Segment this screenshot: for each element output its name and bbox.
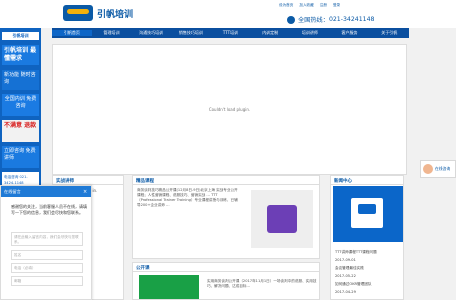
rail-card-a[interactable]: 引帆培训 最懂需求 bbox=[2, 45, 39, 65]
top-bar: 引帆培训 设为首页 加入收藏 注册 登录 全国热线： 021-34241148 bbox=[0, 0, 456, 28]
list-item[interactable]: 会议管理最佳实践 bbox=[335, 264, 401, 272]
panel-title: 精品课程 bbox=[133, 176, 319, 185]
plugin-message: Couldn't load plugin. bbox=[208, 107, 251, 112]
close-icon[interactable]: × bbox=[83, 189, 87, 195]
public-course-image[interactable] bbox=[139, 275, 199, 299]
phone-icon bbox=[287, 15, 295, 24]
nav-item-service[interactable]: 客户服务 bbox=[330, 30, 370, 36]
news-banner[interactable] bbox=[333, 186, 403, 242]
nav-item-sales[interactable]: 销售技巧培训 bbox=[171, 30, 211, 36]
logo[interactable]: 引帆培训 bbox=[63, 4, 133, 22]
login-link[interactable]: 登录 bbox=[333, 3, 340, 8]
nav-item-communication[interactable]: 沟通技巧培训 bbox=[131, 30, 171, 36]
main-nav: 引帆首页 管理培训 沟通技巧培训 销售技巧培训 TTT培训 内训定制 培训讲师 … bbox=[52, 28, 409, 38]
logo-cn: 引帆培训 bbox=[97, 9, 134, 20]
chat-header: 在线留言 bbox=[1, 186, 91, 197]
course-image[interactable] bbox=[251, 190, 313, 248]
top-links: 设为首页 加入收藏 注册 登录 bbox=[279, 3, 340, 8]
main-plugin: Couldn't load plugin. bbox=[52, 44, 407, 175]
list-item-date: 2017-05-22 bbox=[335, 274, 356, 278]
list-item-date: 2017-09-01 bbox=[335, 258, 356, 262]
online-consult-widget[interactable]: 在线咨询 bbox=[420, 160, 456, 178]
list-item[interactable]: TTT讲师课程TTT课程问题 bbox=[335, 248, 401, 256]
hotline-label: 全国热线： bbox=[298, 17, 329, 24]
email-field[interactable]: 邮箱 bbox=[11, 276, 83, 286]
chat-window: 在线留言 × 感谢您的关注，当前客服人员不在线，请填写一下您的信息，我们会尽快和… bbox=[0, 185, 92, 300]
panel-courses: 精品课程 商务谈判技巧精品公开课(12月8日-9日)北京上海 实战专业公开课程；… bbox=[132, 175, 320, 259]
list-item[interactable]: 如何通过OKR管理团队 bbox=[335, 280, 401, 288]
panel-text: 商务谈判技巧精品公开课(12月8日-9日)北京上海 实战专业公开课程；人性营销课… bbox=[137, 188, 238, 207]
nav-item-home[interactable]: 引帆首页 bbox=[52, 30, 92, 36]
panel-title: 新闻中心 bbox=[331, 176, 403, 185]
nav-item-inhouse[interactable]: 内训定制 bbox=[250, 30, 290, 36]
phone-field[interactable]: 电话（必填） bbox=[11, 263, 83, 273]
chat-input[interactable]: 请在此输入留言内容，我们会尽快与您联系。 bbox=[11, 232, 83, 246]
list-item-date: 2017-04-29 bbox=[335, 290, 356, 294]
name-field[interactable]: 姓名 bbox=[11, 250, 83, 260]
course-icon bbox=[267, 205, 297, 233]
panel-news: 新闻中心 TTT讲师课程TTT课程问题 2017-09-01 会议管理最佳实践 … bbox=[330, 175, 404, 300]
hotline-number: 021-34241148 bbox=[328, 16, 375, 23]
panel-title: 实战讲师 bbox=[53, 176, 123, 185]
logo-mark bbox=[63, 5, 93, 21]
panel-title: 公开课 bbox=[133, 263, 319, 272]
rail-card-b[interactable]: 新功能 随时咨询 bbox=[2, 70, 39, 90]
bookmark-link[interactable]: 加入收藏 bbox=[299, 3, 313, 8]
nav-item-trainers[interactable]: 培训讲师 bbox=[290, 30, 330, 36]
news-icon bbox=[351, 198, 383, 228]
panel-text: 实用商务谈判公开课（2017年11月1日）一场谈判中的说服、实用技巧、解决问题、… bbox=[207, 279, 317, 288]
rail-title: 引帆培训 bbox=[2, 32, 39, 40]
rail-card-c[interactable]: 全国内训 免费咨询 bbox=[2, 94, 39, 116]
online-label: 在线咨询 bbox=[435, 166, 451, 171]
chat-message: 感谢您的关注，当前客服人员不在线，请填写一下您的信息，我们会尽快和您联系。 bbox=[11, 204, 87, 215]
set-home-link[interactable]: 设为首页 bbox=[279, 3, 293, 8]
news-list: TTT讲师课程TTT课程问题 2017-09-01 会议管理最佳实践 2017-… bbox=[335, 248, 401, 296]
rail-card-e[interactable]: 立即咨询 免费讲师 bbox=[2, 146, 39, 168]
nav-item-about[interactable]: 关于引帆 bbox=[369, 30, 409, 36]
nav-item-ttt[interactable]: TTT培训 bbox=[211, 30, 251, 36]
panel-public-courses: 公开课 实用商务谈判公开课（2017年11月1日）一场谈判中的说服、实用技巧、解… bbox=[132, 262, 320, 300]
avatar bbox=[423, 164, 433, 174]
nav-item-management[interactable]: 管理培训 bbox=[92, 30, 132, 36]
rail-card-d[interactable]: 不满意 退款 bbox=[2, 120, 39, 142]
register-link[interactable]: 注册 bbox=[320, 3, 327, 8]
hotline: 全国热线： 021-34241148 bbox=[287, 15, 374, 24]
